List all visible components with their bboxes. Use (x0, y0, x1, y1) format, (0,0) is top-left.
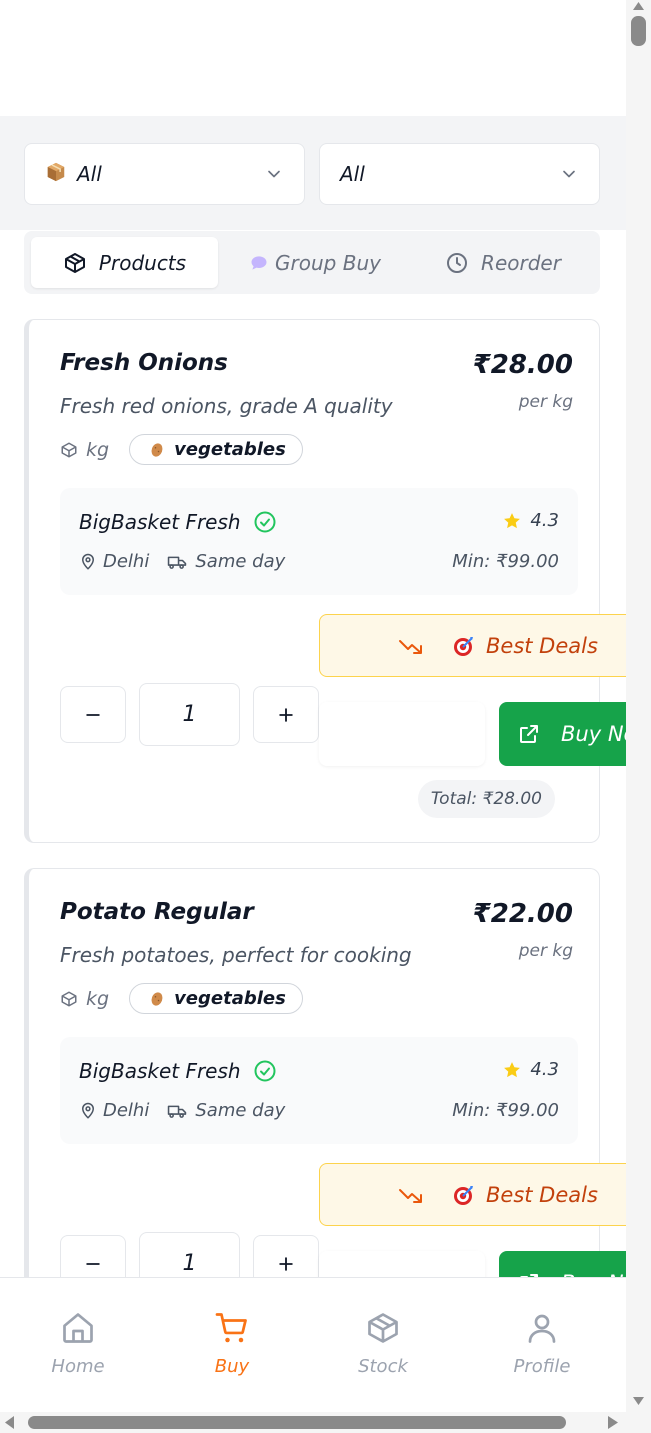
box-icon (64, 252, 85, 273)
product-price: ₹28.00 (472, 350, 573, 380)
truck-icon (168, 556, 187, 569)
location-pin-icon (81, 1102, 95, 1119)
delivery-time: Same day (195, 551, 286, 572)
clock-icon (447, 252, 468, 273)
product-description: Fresh potatoes, perfect for cooking (60, 943, 412, 967)
product-name: Fresh Onions (60, 350, 228, 376)
seller-rating: 4.3 (530, 510, 559, 531)
best-deals-button[interactable]: Best Deals (319, 1163, 626, 1226)
quantity-input[interactable]: 1 (139, 683, 240, 746)
seller-location: Delhi (103, 1100, 150, 1121)
tab-products[interactable]: Products (31, 237, 218, 288)
trending-down-icon (399, 1188, 422, 1203)
view-tabs: Products Group Buy Reorder (24, 231, 600, 294)
best-deals-label: Best Deals (486, 633, 598, 658)
unit-label: kg (86, 987, 110, 1010)
home-icon (63, 1313, 93, 1343)
box-icon (61, 442, 77, 457)
chevron-down-icon (268, 170, 280, 178)
star-icon (504, 1061, 521, 1077)
star-icon (504, 512, 521, 528)
speech-bubble-icon (251, 255, 267, 270)
tab-group-buy[interactable]: Group Buy (224, 237, 406, 288)
min-order: Min: ₹99.00 (452, 551, 559, 572)
verified-check-icon (254, 511, 276, 533)
product-meta: kg vegetables (60, 983, 303, 1014)
delivery-time: Same day (195, 1100, 286, 1121)
scrollbar-track (5, 1416, 618, 1429)
truck-icon (168, 1105, 187, 1118)
verified-check-icon (254, 1060, 276, 1082)
seller-rating: 4.3 (530, 1059, 559, 1080)
minus-icon (86, 713, 100, 716)
category-dropdown[interactable]: All (24, 143, 305, 205)
secondary-filter-dropdown[interactable]: All (319, 143, 600, 205)
product-price: ₹22.00 (472, 899, 573, 929)
product-card: Fresh Onions ₹28.00 per kg Fresh red oni… (24, 319, 626, 843)
scrollbar-track (631, 2, 646, 1405)
location-pin-icon (81, 553, 95, 570)
category-badge: vegetables (129, 434, 303, 465)
unit-label: kg (86, 438, 110, 461)
seller-name: BigBasket Fresh (79, 1059, 241, 1083)
box-icon (61, 991, 77, 1006)
chevron-down-icon (563, 170, 575, 178)
category-dropdown-value: All (77, 162, 102, 186)
best-deals-label: Best Deals (486, 1182, 598, 1207)
vertical-scrollbar[interactable] (626, 0, 651, 1412)
nav-stock[interactable]: Stock (333, 1310, 433, 1377)
seller-name: BigBasket Fresh (79, 510, 241, 534)
cart-icon (215, 1313, 247, 1343)
target-emoji-icon (454, 1185, 473, 1205)
bottom-nav: Home Buy Stock Profile (0, 1277, 626, 1412)
nav-profile[interactable]: Profile (492, 1310, 592, 1377)
trending-down-icon (399, 639, 422, 654)
potato-emoji-icon (151, 991, 163, 1006)
product-name: Potato Regular (60, 899, 254, 925)
package-emoji-icon (45, 161, 67, 188)
nav-buy[interactable]: Buy (182, 1310, 282, 1377)
user-icon (528, 1314, 556, 1343)
seller-info: BigBasket Fresh 4.3 Delhi Same day Min: … (60, 1037, 578, 1144)
target-emoji-icon (454, 636, 473, 656)
tab-reorder[interactable]: Reorder (413, 237, 593, 288)
total-price: Total: ₹28.00 (417, 780, 555, 818)
horizontal-scrollbar[interactable] (0, 1412, 626, 1433)
plus-icon (279, 1256, 293, 1271)
seller-info: BigBasket Fresh 4.3 Delhi Same day Min: … (60, 488, 578, 595)
quantity-decrease-button[interactable] (60, 686, 126, 743)
minus-icon (86, 1262, 100, 1265)
box-icon (368, 1313, 398, 1343)
seller-location: Delhi (103, 551, 150, 572)
app-viewport: All All Products Group Buy Reorder Fresh… (0, 0, 626, 1412)
quantity-increase-button[interactable] (253, 686, 319, 743)
category-badge: vegetables (129, 983, 303, 1014)
best-deals-button[interactable]: Best Deals (319, 614, 626, 677)
potato-emoji-icon (151, 442, 163, 457)
buy-now-button[interactable]: Buy Now (499, 702, 626, 766)
price-unit: per kg (518, 392, 573, 412)
nav-home[interactable]: Home (28, 1310, 128, 1377)
product-description: Fresh red onions, grade A quality (60, 394, 393, 418)
secondary-filter-value: All (340, 162, 365, 186)
external-link-icon (520, 725, 538, 743)
price-unit: per kg (518, 941, 573, 961)
secondary-action-button[interactable] (319, 702, 485, 766)
min-order: Min: ₹99.00 (452, 1100, 559, 1121)
plus-icon (279, 707, 293, 722)
scrollbar-corner (626, 1412, 651, 1433)
product-meta: kg vegetables (60, 434, 303, 465)
